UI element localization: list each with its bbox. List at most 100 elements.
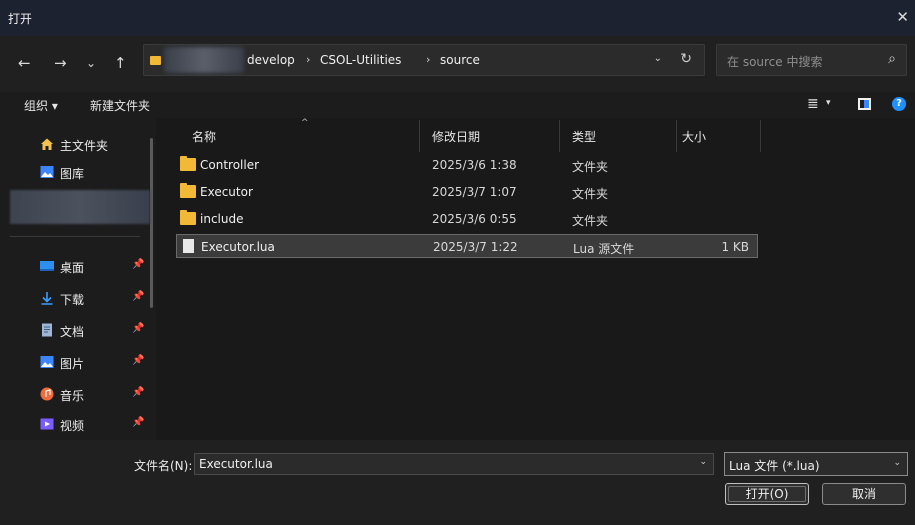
file-list: ^ 名称 修改日期 类型 大小 Controller 2025/3/6 1:38… — [156, 118, 915, 440]
address-bar[interactable]: develop › CSOL-Utilities › source ⌄ ↻ — [143, 44, 705, 76]
sidebar-item-videos[interactable]: 视频 📌 — [40, 414, 150, 436]
folder-icon — [180, 210, 196, 225]
sidebar-item-label: 视频 — [60, 419, 85, 433]
home-icon — [41, 138, 53, 150]
table-row-selected[interactable]: Executor.lua 2025/3/7 1:22 Lua 源文件 1 KB — [176, 234, 758, 258]
window-title: 打开 — [8, 12, 33, 26]
column-header-size[interactable]: 大小 — [682, 128, 706, 145]
filename-value[interactable]: Executor.lua — [199, 457, 273, 471]
sidebar-item-label: 文档 — [60, 325, 85, 339]
back-arrow-icon[interactable]: ← — [18, 54, 31, 72]
refresh-icon[interactable]: ↻ — [680, 51, 692, 67]
pictures-icon — [40, 356, 54, 368]
column-divider[interactable] — [419, 120, 420, 152]
blurred-path-segment — [164, 47, 244, 73]
search-input[interactable]: 在 source 中搜索 — [727, 53, 822, 70]
sidebar-item-home[interactable]: 主文件夹 — [40, 134, 150, 156]
title-bar: 打开 ✕ — [0, 0, 915, 36]
folder-icon — [180, 156, 196, 171]
file-type: 文件夹 — [572, 214, 609, 228]
sidebar-scrollbar[interactable] — [150, 138, 153, 308]
filetype-dropdown-icon[interactable]: ⌄ — [893, 458, 901, 468]
dialog-footer: 文件名(N): Executor.lua ⌄ Lua 文件 (*.lua) ⌄ … — [0, 440, 915, 525]
forward-arrow-icon[interactable]: → — [54, 54, 67, 72]
file-name: Controller — [200, 158, 260, 172]
file-name: Executor.lua — [201, 240, 275, 254]
sidebar-item-desktop[interactable]: 桌面 📌 — [40, 256, 150, 278]
sidebar-item-pictures[interactable]: 图片 📌 — [40, 352, 150, 374]
file-type: 文件夹 — [572, 187, 609, 201]
videos-icon — [40, 418, 54, 430]
column-divider[interactable] — [559, 120, 560, 152]
download-icon — [41, 292, 53, 305]
table-row[interactable]: Controller 2025/3/6 1:38 文件夹 — [176, 153, 758, 177]
table-row[interactable]: include 2025/3/6 0:55 文件夹 — [176, 207, 758, 231]
pin-icon[interactable]: 📌 — [132, 355, 144, 366]
filename-field[interactable]: Executor.lua ⌄ — [194, 453, 714, 475]
sidebar-divider — [10, 236, 140, 237]
sidebar-item-gallery[interactable]: 图库 — [40, 162, 150, 184]
file-date: 2025/3/7 1:22 — [433, 240, 518, 254]
filetype-select[interactable]: Lua 文件 (*.lua) ⌄ — [724, 452, 908, 476]
file-date: 2025/3/7 1:07 — [432, 185, 517, 199]
column-header-type[interactable]: 类型 — [572, 128, 596, 145]
column-divider[interactable] — [676, 120, 677, 152]
pin-icon[interactable]: 📌 — [132, 291, 144, 302]
pin-icon[interactable]: 📌 — [132, 387, 144, 398]
file-size: 1 KB — [721, 240, 749, 254]
blurred-sidebar-item — [10, 190, 150, 224]
column-header-name[interactable]: 名称 — [192, 128, 216, 145]
file-type: Lua 源文件 — [573, 242, 635, 256]
organize-button[interactable]: 组织 ▾ — [24, 97, 58, 114]
cancel-button[interactable]: 取消 — [822, 483, 906, 505]
sidebar-item-documents[interactable]: 文档 📌 — [40, 320, 150, 342]
search-box[interactable]: 在 source 中搜索 ⌕ — [716, 44, 907, 76]
column-divider[interactable] — [760, 120, 761, 152]
pin-icon[interactable]: 📌 — [132, 323, 144, 334]
sidebar-item-label: 桌面 — [60, 261, 85, 275]
sidebar-item-label: 音乐 — [60, 389, 85, 403]
breadcrumb-source[interactable]: source — [440, 53, 480, 67]
sidebar-item-label: 主文件夹 — [60, 139, 109, 153]
sidebar-item-music[interactable]: 音乐 📌 — [40, 384, 150, 406]
recent-locations-chevron-icon[interactable]: ⌄ — [86, 54, 96, 72]
breadcrumb-separator-icon[interactable]: › — [426, 53, 430, 66]
pin-icon[interactable]: 📌 — [132, 417, 144, 428]
sidebar-item-downloads[interactable]: 下载 📌 — [40, 288, 150, 310]
filetype-value: Lua 文件 (*.lua) — [729, 459, 820, 473]
file-name: include — [200, 212, 244, 226]
table-row[interactable]: Executor 2025/3/7 1:07 文件夹 — [176, 180, 758, 204]
navigation-pane: 主文件夹 图库 桌面 📌 下载 📌 文档 📌 图片 📌 音乐 📌 视频 📌 — [0, 118, 156, 440]
sidebar-item-label: 图库 — [60, 167, 85, 181]
preview-pane-icon[interactable] — [858, 98, 871, 110]
filename-label: 文件名(N): — [134, 459, 193, 473]
documents-icon — [42, 323, 52, 337]
breadcrumb-csol-utilities[interactable]: CSOL-Utilities — [320, 53, 401, 67]
up-arrow-icon[interactable]: ↑ — [114, 54, 127, 72]
desktop-icon — [40, 261, 54, 271]
new-folder-button[interactable]: 新建文件夹 — [90, 97, 150, 114]
close-icon[interactable]: ✕ — [896, 8, 909, 26]
sort-ascending-icon: ^ — [301, 118, 309, 128]
file-date: 2025/3/6 0:55 — [432, 212, 517, 226]
column-header-date[interactable]: 修改日期 — [432, 128, 480, 145]
view-options-chevron-icon[interactable]: ▾ — [826, 98, 831, 108]
breadcrumb-separator-icon[interactable]: › — [306, 53, 310, 66]
filename-dropdown-icon[interactable]: ⌄ — [699, 457, 707, 467]
gallery-icon — [40, 166, 54, 178]
sidebar-item-label: 下载 — [60, 293, 85, 307]
help-icon[interactable]: ? — [892, 97, 906, 111]
pin-icon[interactable]: 📌 — [132, 259, 144, 270]
sidebar-item-label: 图片 — [60, 357, 85, 371]
search-icon[interactable]: ⌕ — [888, 51, 896, 67]
file-name: Executor — [200, 185, 253, 199]
address-dropdown-icon[interactable]: ⌄ — [654, 53, 662, 64]
command-bar: 组织 ▾ 新建文件夹 ≣ ▾ ? — [0, 92, 915, 118]
music-icon — [40, 387, 54, 401]
breadcrumb-develop[interactable]: develop — [247, 53, 295, 67]
open-button[interactable]: 打开(O) — [725, 483, 809, 505]
folder-icon — [150, 56, 161, 65]
file-type: 文件夹 — [572, 160, 609, 174]
folder-icon — [180, 183, 196, 198]
view-options-icon[interactable]: ≣ — [807, 96, 819, 112]
